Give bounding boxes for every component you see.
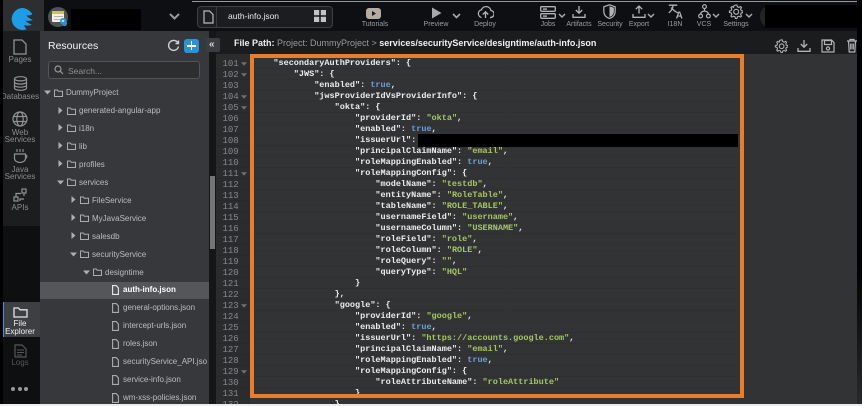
svg-text:A: A	[676, 11, 683, 19]
